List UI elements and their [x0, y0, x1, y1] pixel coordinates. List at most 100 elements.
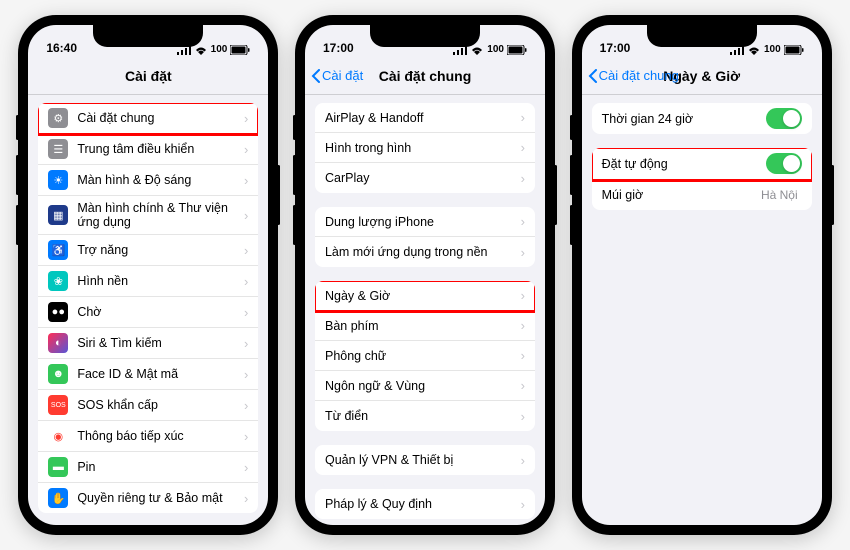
chevron-right-icon: ›: [244, 398, 248, 413]
notch: [647, 25, 757, 47]
settings-row[interactable]: Thời gian 24 giờ: [592, 103, 812, 134]
settings-content[interactable]: ⚙Cài đặt chung›☰Trung tâm điều khiển› ☀ Mà…: [28, 95, 268, 525]
row-label: Pháp lý & Quy định: [325, 497, 521, 511]
settings-group: AirPlay & Handoff›Hình trong hình›CarPla…: [315, 103, 535, 193]
settings-row[interactable]: Làm mới ứng dụng trong nền›: [315, 237, 535, 267]
row-label: Ngày & Giờ: [325, 289, 521, 303]
row-label: Quản lý VPN & Thiết bị: [325, 453, 521, 467]
toggle-switch[interactable]: [766, 153, 802, 174]
wifi-icon: [470, 45, 484, 55]
settings-group: Pháp lý & Quy định›: [315, 489, 535, 519]
settings-row[interactable]: ▬ Pin›: [38, 452, 258, 483]
settings-row[interactable]: ☀Màn hình & Độ sáng›: [38, 165, 258, 196]
row-label: Chờ: [77, 305, 244, 319]
row-icon: ✋: [48, 488, 68, 508]
nav-header: Cài đặt Cài đặt chung: [305, 57, 545, 95]
nav-header: Cài đặt chung Ngày & Giờ: [582, 57, 822, 95]
nav-title: Cài đặt: [125, 68, 172, 84]
row-label: Màn hình chính & Thư viện ứng dụng: [77, 201, 244, 229]
settings-row[interactable]: Đặt tự động: [592, 148, 812, 180]
row-label: Múi giờ: [602, 188, 761, 202]
row-icon: ◐: [48, 333, 68, 353]
row-label: Ngôn ngữ & Vùng: [325, 379, 521, 393]
row-icon: ☻: [48, 364, 68, 384]
row-label: Đặt tự động: [602, 157, 766, 171]
row-icon: ☀: [48, 170, 68, 190]
settings-row[interactable]: ✋ Quyền riêng tư & Bảo mật›: [38, 483, 258, 513]
settings-row[interactable]: Dung lượng iPhone›: [315, 207, 535, 237]
nav-title: Cài đặt chung: [379, 68, 472, 84]
settings-row[interactable]: ⚙Cài đặt chung›: [38, 103, 258, 134]
chevron-right-icon: ›: [244, 460, 248, 475]
toggle-switch[interactable]: [766, 108, 802, 129]
row-icon: ♿: [48, 240, 68, 260]
row-label: Quyền riêng tư & Bảo mật: [77, 491, 244, 505]
settings-row[interactable]: Bàn phím›: [315, 311, 535, 341]
back-label: Cài đặt chung: [599, 68, 679, 83]
settings-row[interactable]: CarPlay›: [315, 163, 535, 193]
row-label: Làm mới ứng dụng trong nền: [325, 245, 521, 259]
phone-frame-3: 17:00 100 Cài đặt chung Ngày & Giờ Thời …: [572, 15, 832, 535]
settings-row[interactable]: ▦ Màn hình chính & Thư viện ứng dụng›: [38, 196, 258, 235]
row-label: Face ID & Mật mã: [77, 367, 244, 381]
settings-content[interactable]: Thời gian 24 giờ Đặt tự động Múi giờHà Nội: [582, 95, 822, 525]
chevron-right-icon: ›: [244, 429, 248, 444]
chevron-right-icon: ›: [244, 208, 248, 223]
row-icon: SOS: [48, 395, 68, 415]
row-icon: ☰: [48, 139, 68, 159]
chevron-right-icon: ›: [244, 491, 248, 506]
chevron-right-icon: ›: [244, 111, 248, 126]
settings-row[interactable]: AirPlay & Handoff›: [315, 103, 535, 133]
settings-row[interactable]: Múi giờHà Nội: [592, 180, 812, 210]
chevron-right-icon: ›: [521, 110, 525, 125]
settings-row[interactable]: ❀Hình nền›: [38, 266, 258, 297]
status-time: 16:40: [46, 41, 77, 55]
phone-frame-1: 16:40 100 Cài đặt ⚙Cài đặt chung›☰Trung …: [18, 15, 278, 535]
chevron-right-icon: ›: [244, 367, 248, 382]
battery-text: 100: [211, 44, 228, 55]
chevron-right-icon: ›: [244, 336, 248, 351]
row-label: Màn hình & Độ sáng: [77, 173, 244, 187]
back-label: Cài đặt: [322, 68, 363, 83]
phone-frame-2: 17:00 100 Cài đặt Cài đặt chung AirPlay …: [295, 15, 555, 535]
settings-row[interactable]: Từ điển›: [315, 401, 535, 431]
status-time: 17:00: [323, 41, 354, 55]
row-label: Pin: [77, 460, 244, 474]
settings-group: Đặt tự động Múi giờHà Nội: [592, 148, 812, 210]
chevron-right-icon: ›: [521, 453, 525, 468]
settings-content[interactable]: AirPlay & Handoff›Hình trong hình›CarPla…: [305, 95, 545, 525]
back-button[interactable]: Cài đặt chung: [588, 68, 679, 83]
settings-row[interactable]: Ngày & Giờ›: [315, 281, 535, 311]
chevron-right-icon: ›: [521, 348, 525, 363]
chevron-right-icon: ›: [521, 214, 525, 229]
chevron-right-icon: ›: [521, 378, 525, 393]
settings-row[interactable]: Ngôn ngữ & Vùng›: [315, 371, 535, 401]
settings-row[interactable]: ◐Siri & Tìm kiếm›: [38, 328, 258, 359]
settings-row[interactable]: ☻ Face ID & Mật mã›: [38, 359, 258, 390]
row-icon: ▦: [48, 205, 68, 225]
battery-icon: [230, 45, 250, 55]
row-label: AirPlay & Handoff: [325, 111, 521, 125]
notch: [93, 25, 203, 47]
chevron-left-icon: [588, 69, 598, 83]
settings-row[interactable]: Quản lý VPN & Thiết bị›: [315, 445, 535, 475]
settings-row[interactable]: ☰Trung tâm điều khiển›: [38, 134, 258, 165]
wifi-icon: [194, 45, 208, 55]
settings-row[interactable]: Pháp lý & Quy định›: [315, 489, 535, 519]
settings-group: Quản lý VPN & Thiết bị›: [315, 445, 535, 475]
chevron-right-icon: ›: [244, 142, 248, 157]
settings-group: Thời gian 24 giờ: [592, 103, 812, 134]
chevron-right-icon: ›: [521, 140, 525, 155]
settings-row[interactable]: ●●Chờ›: [38, 297, 258, 328]
row-label: Trợ năng: [77, 243, 244, 257]
row-icon: ▬: [48, 457, 68, 477]
back-button[interactable]: Cài đặt: [311, 68, 363, 83]
chevron-right-icon: ›: [521, 171, 525, 186]
settings-row[interactable]: ♿Trợ năng›: [38, 235, 258, 266]
settings-row[interactable]: SOSSOS khẩn cấp›: [38, 390, 258, 421]
settings-row[interactable]: Phông chữ›: [315, 341, 535, 371]
row-label: Bàn phím: [325, 319, 521, 333]
wifi-icon: [747, 45, 761, 55]
settings-row[interactable]: ◉Thông báo tiếp xúc›: [38, 421, 258, 452]
settings-row[interactable]: Hình trong hình›: [315, 133, 535, 163]
